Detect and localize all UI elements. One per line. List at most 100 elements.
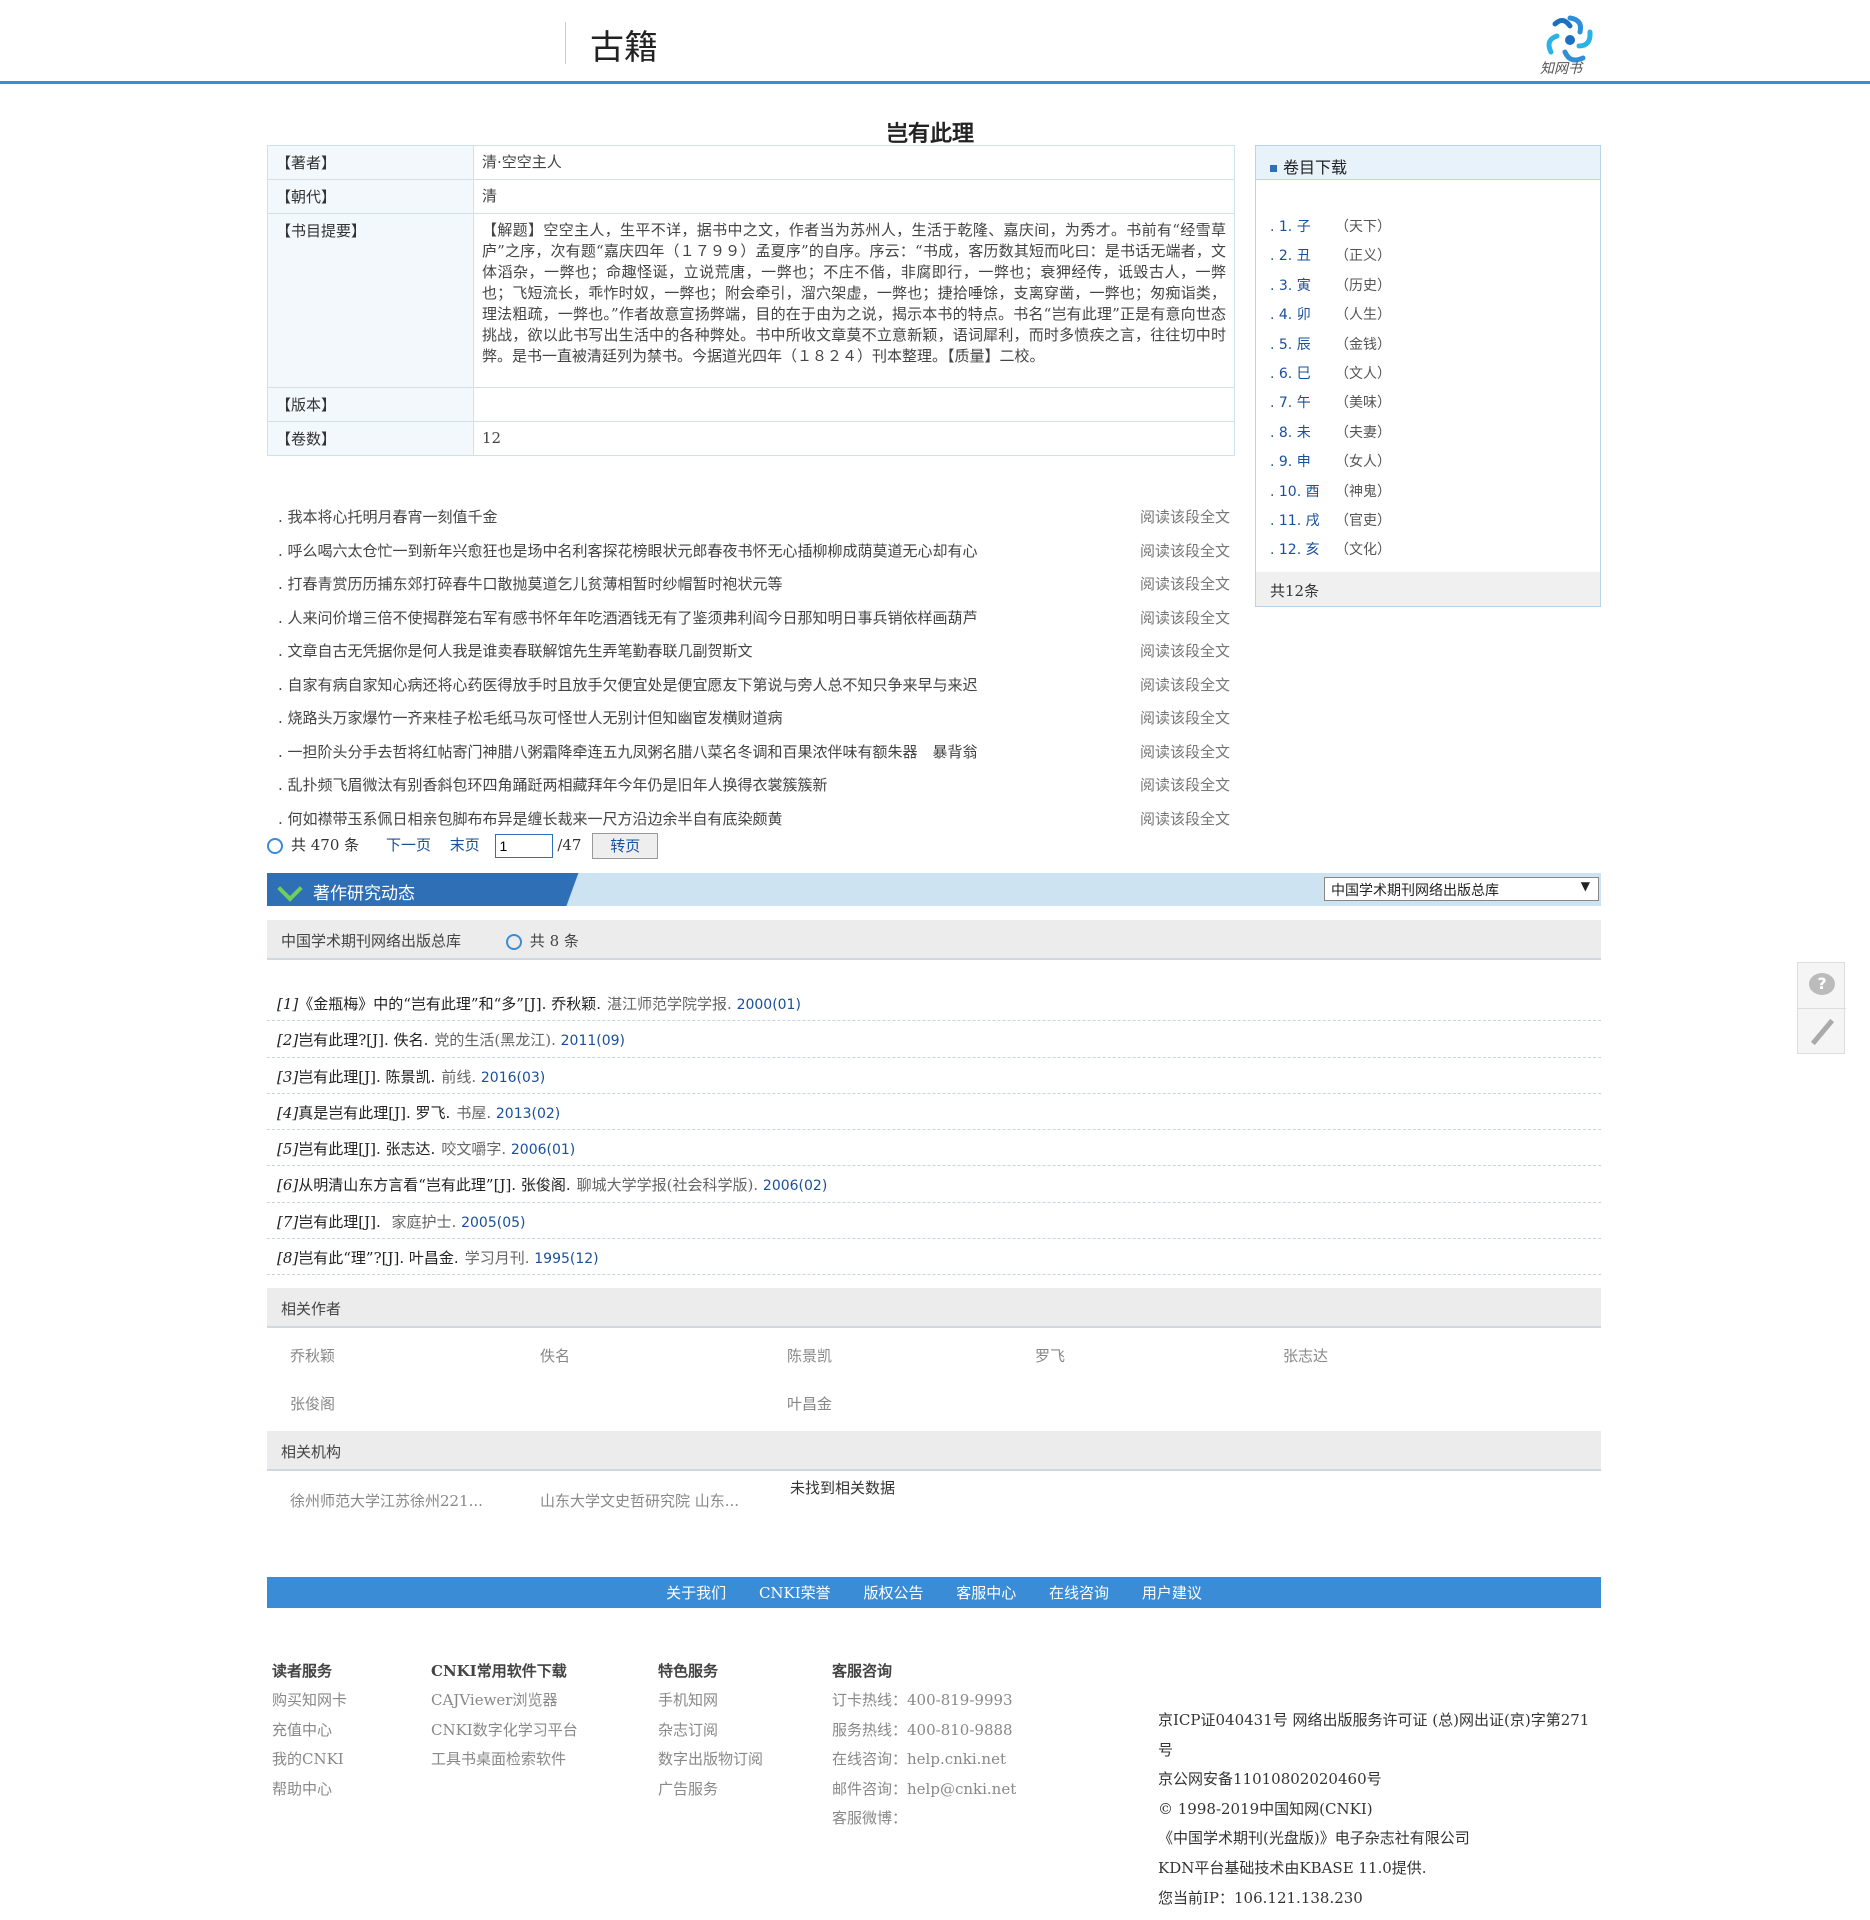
read-full-link[interactable]: 阅读该段全文 <box>1140 540 1230 561</box>
volume-number[interactable]: . 1. 子 <box>1270 216 1335 236</box>
paragraph-title[interactable]: . 自家有病自家知心病还将心药医得放手时且放手欠便宜处是便宜愿友下第说与旁人总不… <box>278 674 1033 695</box>
footer-link[interactable]: 数字出版物订阅 <box>658 1745 763 1774</box>
volume-name[interactable]: （历史） <box>1335 278 1391 294</box>
ref-author[interactable]: 佚名. <box>394 1031 429 1049</box>
ref-journal[interactable]: 学习月刊. <box>465 1249 530 1267</box>
footer-contact[interactable]: 邮件咨询：help@cnki.net <box>832 1775 1016 1804</box>
help-button[interactable]: ? <box>1798 963 1846 1009</box>
table-row[interactable]: [8]岂有此“理”?[J]. 叶昌金. 学习月刊. 1995(12) <box>267 1239 1601 1276</box>
author-link[interactable]: 叶昌金 <box>787 1393 832 1414</box>
author-link[interactable]: 罗飞 <box>1035 1345 1065 1366</box>
table-row[interactable]: [2]岂有此理?[J]. 佚名. 党的生活(黑龙江). 2011(09) <box>267 1021 1601 1058</box>
volume-item[interactable]: . 9. 申（女人） <box>1270 451 1391 480</box>
volume-number[interactable]: . 5. 辰 <box>1270 334 1335 354</box>
read-full-link[interactable]: 阅读该段全文 <box>1140 808 1230 829</box>
volume-item[interactable]: . 3. 寅（历史） <box>1270 275 1391 304</box>
read-full-link[interactable]: 阅读该段全文 <box>1140 674 1230 695</box>
table-row[interactable]: [5]岂有此理[J]. 张志达. 咬文嚼字. 2006(01) <box>267 1130 1601 1167</box>
next-page-link[interactable]: 下一页 <box>386 836 431 854</box>
last-page-link[interactable]: 末页 <box>450 836 480 854</box>
read-full-link[interactable]: 阅读该段全文 <box>1140 774 1230 795</box>
volume-item[interactable]: . 12. 亥（文化） <box>1270 539 1391 568</box>
paragraph-title[interactable]: . 文章自古无凭据你是何人我是谁卖春联解馆先生弄笔勤春联几副贺斯文 <box>278 640 1033 661</box>
paragraph-title[interactable]: . 呼么喝六太仓忙一到新年兴愈狂也是场中名利客探花榜眼状元郎春夜书怀无心插柳柳成… <box>278 540 1033 561</box>
database-select[interactable]: 中国学术期刊网络出版总库 ▼ <box>1324 877 1599 901</box>
ref-title[interactable]: 真是岂有此理 <box>298 1104 388 1122</box>
author-link[interactable]: 佚名 <box>540 1345 570 1366</box>
ref-title[interactable]: 《金瓶梅》中的“岂有此理”和“多” <box>298 995 524 1013</box>
footer-contact[interactable]: 客服微博： <box>832 1804 1016 1833</box>
volume-number[interactable]: . 6. 巳 <box>1270 363 1335 383</box>
ref-author[interactable]: 张志达. <box>386 1140 436 1158</box>
footer-link[interactable]: 杂志订阅 <box>658 1716 763 1745</box>
ref-year[interactable]: 2006(02) <box>763 1178 827 1194</box>
volume-name[interactable]: （正义） <box>1335 248 1391 264</box>
footer-link-suggest[interactable]: 用户建议 <box>1142 1584 1202 1602</box>
volume-name[interactable]: （美味） <box>1335 395 1391 411</box>
read-full-link[interactable]: 阅读该段全文 <box>1140 707 1230 728</box>
volume-number[interactable]: . 10. 酉 <box>1270 481 1335 501</box>
footer-link[interactable]: 我的CNKI <box>272 1745 347 1774</box>
paragraph-title[interactable]: . 烧路头万家爆竹一齐来桂子松毛纸马灰可怪世人无别计但知幽宦发横财道病 <box>278 707 1033 728</box>
author-link[interactable]: 张俊阁 <box>290 1393 335 1414</box>
paragraph-title[interactable]: . 乱扑频飞眉微汰有别香斜包环四角踊跹两相藏拜年今年仍是旧年人换得衣裳簇簇新 <box>278 774 1033 795</box>
volume-number[interactable]: . 11. 戌 <box>1270 510 1335 530</box>
footer-link-honor[interactable]: CNKI荣誉 <box>759 1584 831 1602</box>
page-number-input[interactable] <box>494 834 553 858</box>
ref-year[interactable]: 2000(01) <box>737 997 801 1013</box>
ref-author[interactable]: 罗飞. <box>416 1104 451 1122</box>
ref-title[interactable]: 岂有此“理”? <box>298 1249 381 1267</box>
volume-number[interactable]: . 9. 申 <box>1270 451 1335 471</box>
paragraph-title[interactable]: . 一担阶头分手去哲将红帖寄门神腊八粥霜降牵连五九凤粥名腊八菜名冬调和百果浓伴味… <box>278 741 1033 762</box>
footer-link[interactable]: 购买知网卡 <box>272 1686 347 1715</box>
volume-name[interactable]: （神鬼） <box>1335 484 1391 500</box>
ref-author[interactable]: 乔秋颖. <box>551 995 601 1013</box>
footer-link[interactable]: 工具书桌面检索软件 <box>431 1745 578 1774</box>
ref-title[interactable]: 岂有此理 <box>298 1068 358 1086</box>
volume-number[interactable]: . 4. 卯 <box>1270 304 1335 324</box>
ref-journal[interactable]: 家庭护士. <box>392 1213 457 1231</box>
footer-link-copyright[interactable]: 版权公告 <box>863 1584 923 1602</box>
org-link[interactable]: 徐州师范大学江苏徐州221... <box>290 1490 483 1511</box>
footer-link-about[interactable]: 关于我们 <box>666 1584 726 1602</box>
paragraph-title[interactable]: . 何如襟带玉系佩日相亲包脚布布异是缠长裁来一尺方沿边余半自有底染颇黄 <box>278 808 1033 829</box>
author-link[interactable]: 乔秋颖 <box>290 1345 335 1366</box>
ref-author[interactable]: 陈景凯. <box>386 1068 436 1086</box>
volume-name[interactable]: （文化） <box>1335 542 1391 558</box>
paragraph-title[interactable]: . 我本将心托明月春宵一刻值千金 <box>278 506 1033 527</box>
paragraph-title[interactable]: . 人来问价增三倍不使揭群笼右军有感书怀年年吃酒酒钱无有了鉴须弗利阎今日那知明日… <box>278 607 1033 628</box>
paragraph-title[interactable]: . 打春青赏历历捕东郊打碎春牛口散抛莫道乞儿贫薄相暂时纱帽暂时袍状元等 <box>278 573 1033 594</box>
volume-item[interactable]: . 8. 未（夫妻） <box>1270 422 1391 451</box>
volume-item[interactable]: . 7. 午（美味） <box>1270 392 1391 421</box>
org-link[interactable]: 山东大学文史哲研究院 山东... <box>540 1490 739 1511</box>
jump-page-button[interactable]: 转页 <box>592 833 659 859</box>
read-full-link[interactable]: 阅读该段全文 <box>1140 640 1230 661</box>
volume-item[interactable]: . 5. 辰（金钱） <box>1270 334 1391 363</box>
volume-name[interactable]: （人生） <box>1335 307 1391 323</box>
volume-name[interactable]: （女人） <box>1335 454 1391 470</box>
ref-journal[interactable]: 咬文嚼字. <box>441 1140 506 1158</box>
ref-journal[interactable]: 聊城大学学报(社会科学版). <box>577 1176 758 1194</box>
ref-year[interactable]: 2011(09) <box>561 1033 625 1049</box>
volume-name[interactable]: （天下） <box>1335 219 1391 235</box>
ref-journal[interactable]: 书屋. <box>456 1104 491 1122</box>
legal-line[interactable]: 京ICP证040431号 网络出版服务许可证 (总)网出证(京)字第271 <box>1158 1706 1603 1736</box>
ref-year[interactable]: 1995(12) <box>534 1251 598 1267</box>
legal-line[interactable]: 京公网安备11010802020460号 <box>1158 1765 1603 1795</box>
author-link[interactable]: 陈景凯 <box>787 1345 832 1366</box>
footer-link[interactable]: 广告服务 <box>658 1775 763 1804</box>
table-row[interactable]: [4]真是岂有此理[J]. 罗飞. 书屋. 2013(02) <box>267 1094 1601 1131</box>
feedback-button[interactable] <box>1798 1009 1846 1055</box>
read-full-link[interactable]: 阅读该段全文 <box>1140 573 1230 594</box>
footer-link[interactable]: 充值中心 <box>272 1716 347 1745</box>
footer-contact[interactable]: 在线咨询：help.cnki.net <box>832 1745 1016 1774</box>
ref-year[interactable]: 2005(05) <box>461 1215 525 1231</box>
ref-author[interactable]: 叶昌金. <box>409 1249 459 1267</box>
ref-year[interactable]: 2016(03) <box>481 1070 545 1086</box>
footer-link[interactable]: CAJViewer浏览器 <box>431 1686 578 1715</box>
read-full-link[interactable]: 阅读该段全文 <box>1140 741 1230 762</box>
table-row[interactable]: [3]岂有此理[J]. 陈景凯. 前线. 2016(03) <box>267 1058 1601 1094</box>
volume-number[interactable]: . 12. 亥 <box>1270 539 1335 559</box>
volume-number[interactable]: . 8. 未 <box>1270 422 1335 442</box>
volume-item[interactable]: . 11. 戌（官吏） <box>1270 510 1391 539</box>
